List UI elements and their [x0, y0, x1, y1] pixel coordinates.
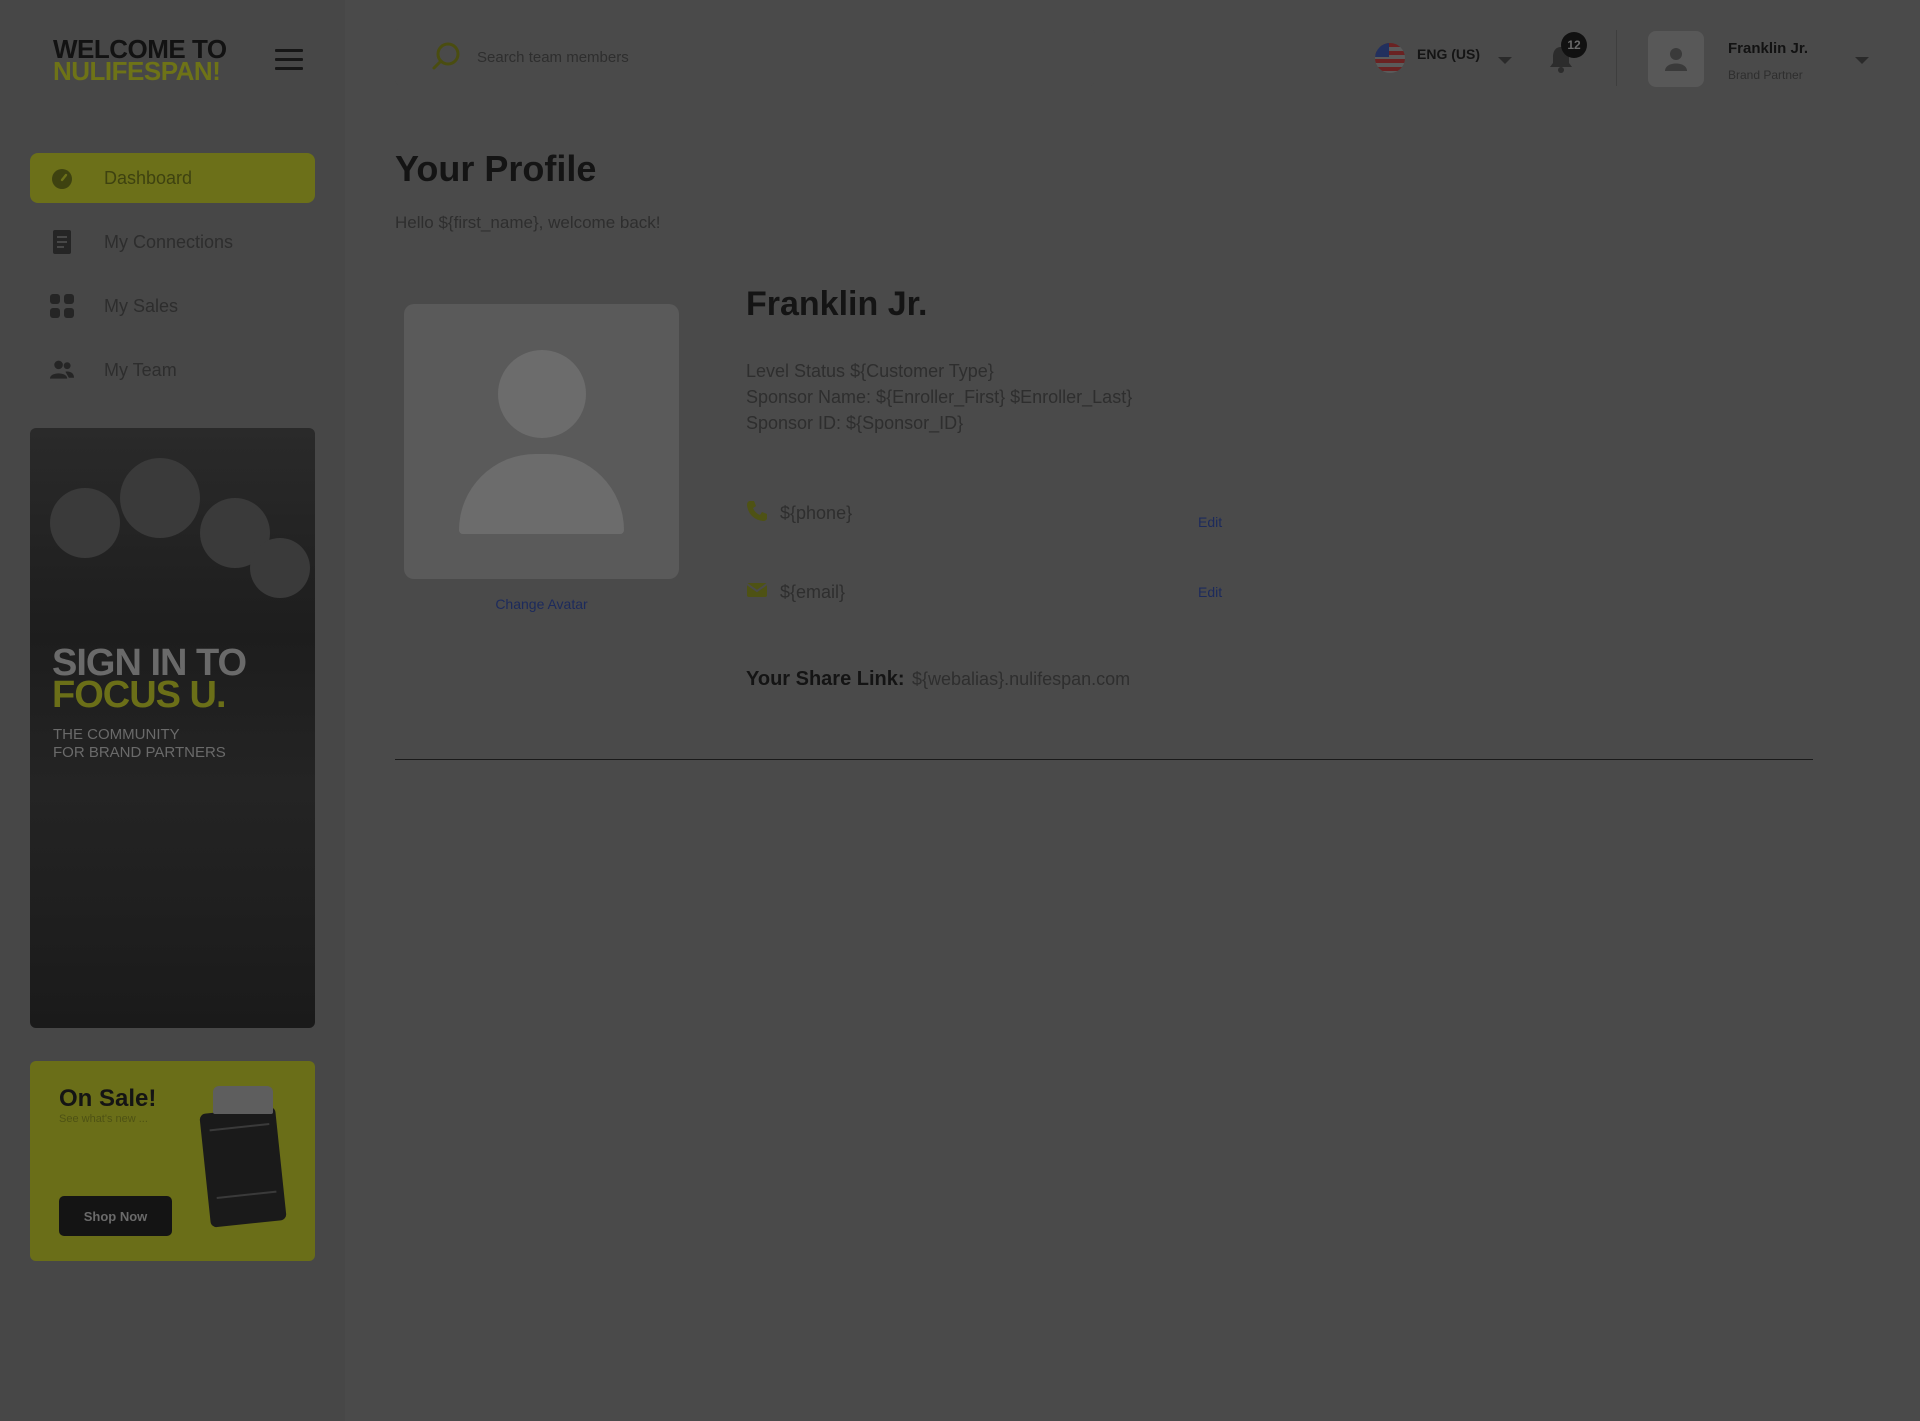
email-row: ${email}: [746, 581, 845, 604]
document-icon: [50, 230, 74, 254]
share-link-value[interactable]: ${webalias}.nulifespan.com: [912, 669, 1130, 690]
banner-photo-person: [250, 538, 310, 598]
edit-email-link[interactable]: Edit: [1198, 584, 1222, 600]
profile-info: Level Status ${Customer Type} Sponsor Na…: [746, 358, 1132, 436]
sidebar-item-my-connections[interactable]: My Connections: [30, 217, 315, 267]
sidebar-item-label: Dashboard: [104, 167, 193, 188]
sidebar-nav: Dashboard My Connections My Sales My Tea…: [30, 153, 315, 409]
dashboard-icon: [50, 166, 74, 190]
menu-toggle-button[interactable]: [275, 49, 303, 71]
page-title: Your Profile: [395, 148, 597, 189]
banner-subtext-line-1: THE COMMUNITY: [53, 726, 180, 743]
banner-photo-person: [120, 458, 200, 538]
user-icon: [1665, 48, 1687, 71]
language-selector[interactable]: ENG (US): [1375, 43, 1512, 73]
level-status: Level Status ${Customer Type}: [746, 361, 994, 381]
phone-row: ${phone}: [746, 500, 852, 527]
sidebar-item-label: My Sales: [104, 295, 179, 316]
sidebar: WELCOME TO NULIFESPAN! Dashboard My Conn…: [0, 0, 345, 1421]
profile-avatar: [404, 304, 679, 579]
banner-photo-person: [50, 488, 120, 558]
edit-phone-link[interactable]: Edit: [1198, 514, 1222, 530]
language-label: ENG (US): [1417, 46, 1480, 62]
email-value: ${email}: [780, 582, 846, 602]
chevron-down-icon: [1498, 56, 1512, 64]
profile-name: Franklin Jr.: [746, 285, 928, 323]
community-banner[interactable]: SIGN IN TO FOCUS U. THE COMMUNITY FOR BR…: [30, 428, 315, 1028]
change-avatar-link[interactable]: Change Avatar: [404, 596, 679, 612]
sidebar-item-dashboard[interactable]: Dashboard: [30, 153, 315, 203]
banner-headline-2: FOCUS U.: [52, 674, 227, 716]
user-avatar[interactable]: [1648, 31, 1704, 87]
sidebar-item-my-sales[interactable]: My Sales: [30, 281, 315, 331]
grid-icon: [50, 294, 74, 318]
brand-logo[interactable]: WELCOME TO NULIFESPAN!: [53, 36, 227, 86]
search-icon: [431, 42, 461, 72]
team-icon: [50, 358, 74, 382]
phone-icon: [746, 500, 768, 527]
sale-subtitle: See what's new ...: [59, 1113, 148, 1125]
section-divider: [395, 759, 1813, 760]
sidebar-item-label: My Team: [104, 359, 177, 380]
us-flag-icon: [1375, 43, 1405, 73]
welcome-message: Hello ${first_name}, welcome back!: [395, 213, 661, 232]
header-divider: [1616, 30, 1617, 86]
logo-line-2: NULIFESPAN!: [53, 56, 221, 86]
sale-title: On Sale!: [59, 1085, 157, 1112]
product-bottle-image: [199, 1086, 287, 1228]
user-name: Franklin Jr.: [1728, 40, 1809, 57]
sidebar-item-label: My Connections: [104, 231, 234, 252]
banner-subtext-line-2: FOR BRAND PARTNERS: [53, 744, 226, 761]
search-input[interactable]: [477, 48, 977, 66]
sidebar-item-my-team[interactable]: My Team: [30, 345, 315, 395]
shop-now-button[interactable]: Shop Now: [59, 1196, 172, 1236]
sponsor-name: Sponsor Name: ${Enroller_First} $Enrolle…: [746, 387, 1133, 407]
phone-value: ${phone}: [780, 503, 853, 523]
mail-icon: [746, 581, 768, 604]
chevron-down-icon[interactable]: [1855, 57, 1869, 64]
user-role: Brand Partner: [1728, 68, 1803, 82]
notification-count-badge: 12: [1561, 32, 1587, 58]
sale-banner: On Sale! See what's new ... Shop Now: [30, 1061, 315, 1261]
share-link-label: Your Share Link:: [746, 668, 905, 690]
banner-subtext: THE COMMUNITY FOR BRAND PARTNERS: [53, 726, 273, 762]
sponsor-id: Sponsor ID: ${Sponsor_ID}: [746, 413, 964, 433]
search-bar: [395, 27, 1095, 87]
